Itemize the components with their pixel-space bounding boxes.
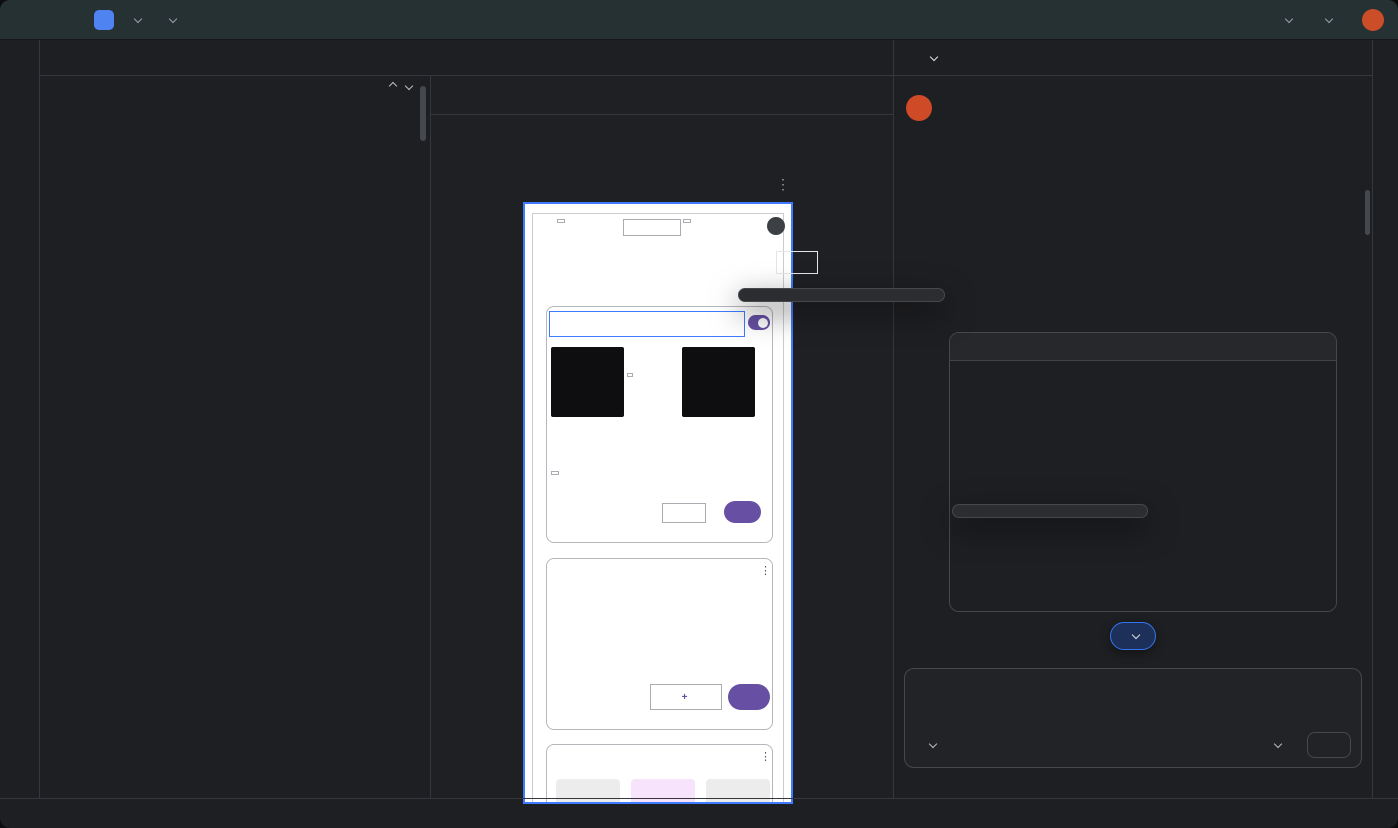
preview-toolbar (431, 76, 894, 115)
right-tool-strip (1372, 40, 1398, 798)
ambience-kebab-icon[interactable]: ⋮ (760, 750, 771, 763)
edit-button[interactable] (728, 684, 770, 710)
air-conditioning-card (546, 306, 773, 543)
minimize-window-button[interactable] (30, 14, 42, 26)
add-device-button[interactable]: + (650, 684, 722, 710)
context-selector[interactable] (923, 741, 938, 749)
zoom-window-button[interactable] (46, 14, 58, 26)
next-problem-icon[interactable] (405, 82, 413, 90)
editor-scrollbar[interactable] (420, 86, 426, 141)
status-bar (0, 798, 1398, 828)
created-file-diff (950, 361, 1336, 612)
run-configuration-selector[interactable] (1308, 12, 1340, 28)
vcs-menu[interactable] (157, 12, 184, 28)
calendar-icon (537, 218, 554, 235)
devices-kebab-icon[interactable]: ⋮ (760, 564, 771, 577)
send-button[interactable] (1307, 732, 1351, 758)
project-selector[interactable] (122, 12, 149, 28)
left-tool-strip (0, 40, 40, 798)
device-selector[interactable] (1268, 12, 1300, 28)
ac-toggle[interactable] (748, 315, 770, 330)
prompt-toolbar (915, 731, 1351, 759)
gemini-header (894, 40, 1372, 76)
code-editor[interactable] (40, 76, 430, 798)
android-studio-window: ⋮ (0, 0, 1398, 828)
date-label (557, 219, 565, 223)
close-window-button[interactable] (14, 14, 26, 26)
title-bar (0, 0, 1398, 40)
model-selector[interactable] (1268, 741, 1283, 749)
user-chat-avatar (906, 95, 932, 121)
created-file-header (950, 333, 1336, 361)
element-selection-box[interactable] (776, 251, 818, 274)
ac-apply-button[interactable] (724, 501, 761, 523)
app-logo-icon (94, 10, 114, 30)
agent-mode-selector[interactable] (924, 54, 939, 62)
current-temp-label (627, 373, 633, 377)
selection-highlight (549, 311, 745, 337)
main-area: ⋮ (40, 40, 893, 798)
preview-options-kebab-icon[interactable]: ⋮ (776, 176, 790, 193)
prompt-input[interactable] (904, 668, 1362, 768)
inspection-widget[interactable] (372, 83, 418, 91)
ambience-card: ⋮ (546, 744, 773, 804)
prev-problem-icon[interactable] (389, 82, 397, 90)
greeting-label (683, 219, 691, 223)
user-avatar[interactable] (1362, 9, 1384, 31)
settings-label[interactable] (551, 471, 559, 475)
created-file-card (949, 332, 1337, 612)
temp-center-panel (626, 347, 680, 417)
gemini-panel (893, 40, 1372, 798)
ai-actions-submenu (952, 504, 1148, 518)
add-timer-button[interactable] (662, 503, 706, 523)
temp-up-panel[interactable] (682, 347, 755, 417)
compose-preview-panel: ⋮ (430, 76, 893, 798)
devices-card: ⋮ + (546, 558, 773, 730)
profile-avatar[interactable] (767, 217, 785, 235)
preview-context-menu (738, 288, 945, 302)
scroll-to-bottom-button[interactable] (1110, 622, 1156, 650)
spacer-box (623, 219, 681, 236)
temp-down-panel[interactable] (551, 347, 624, 417)
chat-scrollbar[interactable] (1365, 190, 1370, 235)
editor-tabs (40, 40, 893, 76)
